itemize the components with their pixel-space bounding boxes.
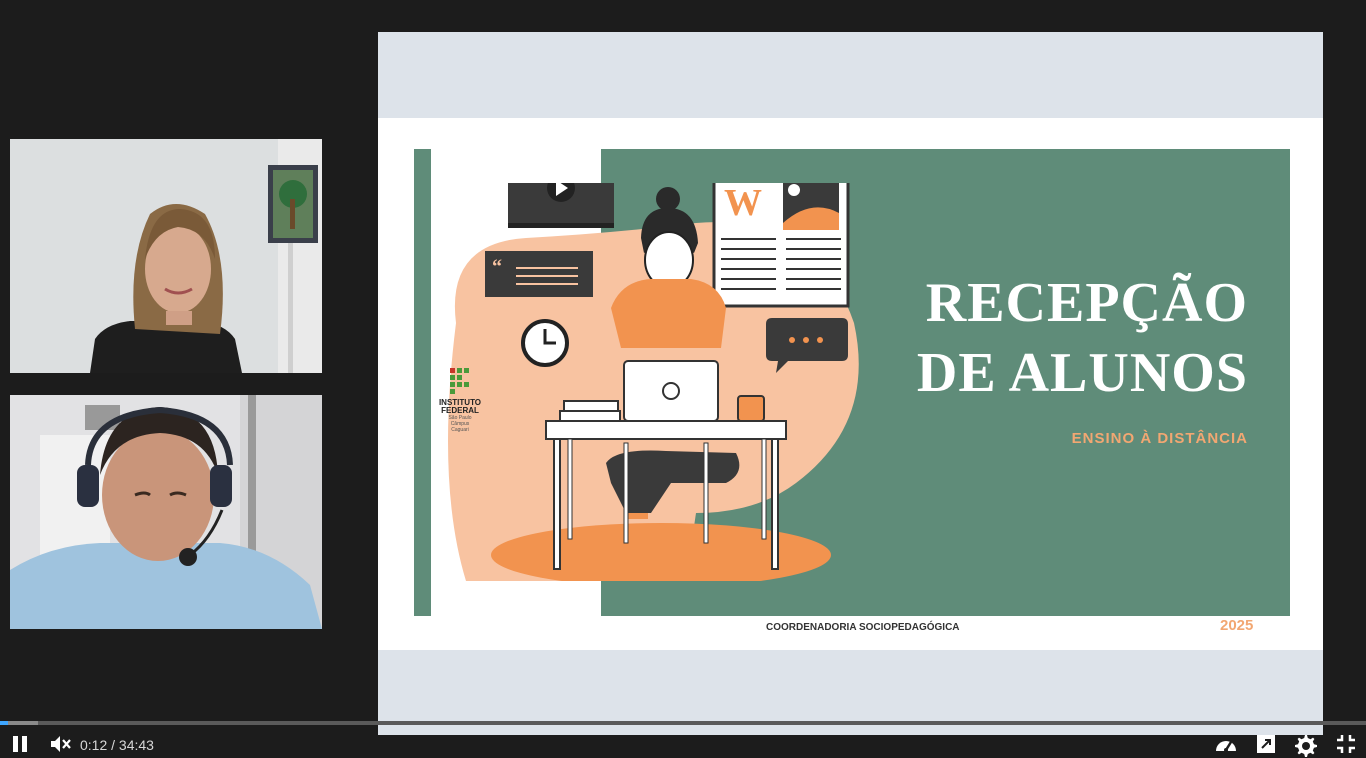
speed-icon[interactable]	[1214, 734, 1238, 754]
if-logo-icon	[450, 368, 469, 394]
mute-icon[interactable]	[50, 734, 72, 754]
slide-year: 2025	[1220, 617, 1254, 634]
webcam-1-video	[10, 139, 322, 373]
svg-text:“: “	[492, 256, 502, 278]
newspaper-letter: W	[724, 183, 762, 224]
slide-title-line-2: DE ALUNOS	[916, 342, 1248, 404]
webcam-participant-2	[10, 395, 322, 629]
webcam-2-video	[10, 395, 322, 629]
open-external-icon[interactable]	[1256, 734, 1276, 754]
shared-screen: “ W INSTITUTO FEDERAL São Paulo Câmpus C…	[378, 32, 1323, 735]
slide-title-line-1: RECEPÇÃO	[925, 272, 1248, 334]
slide-subtitle: ENSINO À DISTÂNCIA	[1071, 430, 1248, 447]
instituto-federal-logo: INSTITUTO FEDERAL São Paulo Câmpus Cagua…	[435, 368, 485, 433]
pause-icon[interactable]	[10, 734, 30, 754]
logo-line-2: FEDERAL	[441, 406, 479, 415]
slide-title: RECEPÇÃO DE ALUNOS	[917, 268, 1248, 408]
presentation-slide: “ W INSTITUTO FEDERAL São Paulo Câmpus C…	[378, 118, 1323, 650]
time-display: 0:12 / 34:43	[80, 737, 154, 753]
student-illustration: “ W	[448, 183, 859, 581]
progress-bar[interactable]	[0, 721, 1366, 725]
video-player-controls: 0:12 / 34:43	[0, 721, 1366, 758]
exit-fullscreen-icon[interactable]	[1336, 734, 1356, 754]
played-bar	[0, 721, 8, 725]
slide-footer: COORDENADORIA SOCIOPEDAGÓGICA	[766, 622, 960, 633]
settings-icon[interactable]	[1294, 734, 1318, 758]
webcam-participant-1	[10, 139, 322, 373]
logo-line-5: Caguari	[451, 427, 469, 433]
